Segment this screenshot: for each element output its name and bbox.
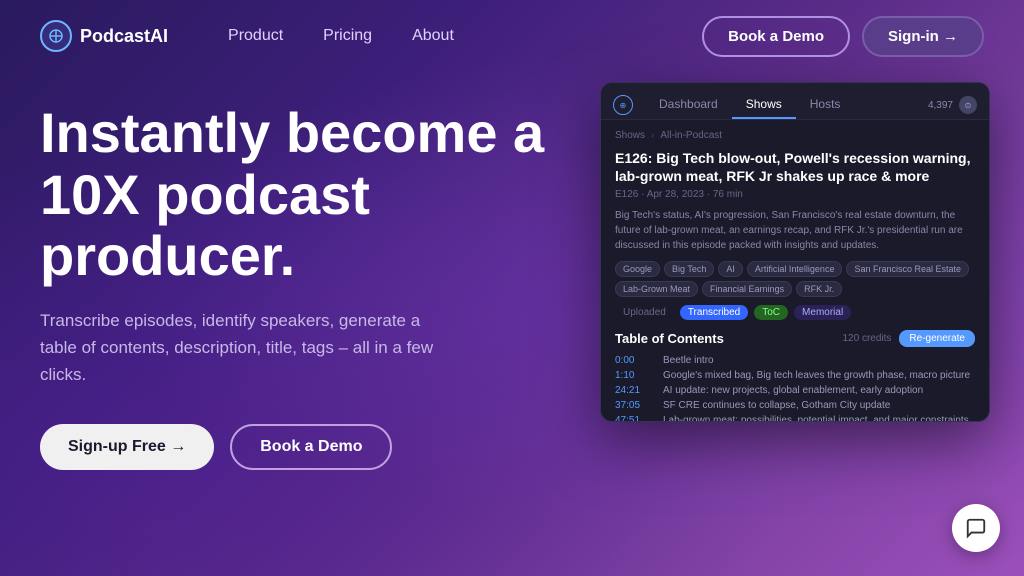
toc-time-2: 24:21 bbox=[615, 385, 655, 396]
tag-artificial-intelligence[interactable]: Artificial Intelligence bbox=[747, 261, 843, 277]
toc-time-3: 37:05 bbox=[615, 400, 655, 411]
tag-lab-grown-meat[interactable]: Lab-Grown Meat bbox=[615, 281, 698, 297]
tab-dashboard[interactable]: Dashboard bbox=[645, 91, 732, 119]
tab-hosts[interactable]: Hosts bbox=[796, 91, 855, 119]
status-tabs: Uploaded Transcribed ToC Memorial bbox=[615, 305, 975, 320]
tag-financial-earnings[interactable]: Financial Earnings bbox=[702, 281, 792, 297]
status-toc[interactable]: ToC bbox=[754, 305, 788, 320]
app-tab-bar: ⊕ Dashboard Shows Hosts 4,397 ⊙ bbox=[601, 83, 989, 120]
app-body: Shows › All-in-Podcast E126: Big Tech bl… bbox=[601, 120, 989, 422]
toc-item: 24:21 AI update: new projects, global en… bbox=[615, 385, 975, 396]
app-tabs: Dashboard Shows Hosts bbox=[645, 91, 928, 119]
tag-ai[interactable]: AI bbox=[718, 261, 743, 277]
status-transcribed[interactable]: Transcribed bbox=[680, 305, 748, 320]
toc-text-3: SF CRE continues to collapse, Gotham Cit… bbox=[663, 400, 890, 411]
toc-text-0: Beetle intro bbox=[663, 355, 714, 366]
hero-subtitle: Transcribe episodes, identify speakers, … bbox=[40, 307, 460, 389]
tag-rfk[interactable]: RFK Jr. bbox=[796, 281, 842, 297]
toc-item: 47:51 Lab-grown meat: possibilities, pot… bbox=[615, 415, 975, 422]
episode-description: Big Tech's status, AI's progression, San… bbox=[615, 208, 975, 253]
episode-title: E126: Big Tech blow-out, Powell's recess… bbox=[615, 149, 975, 185]
chat-bubble[interactable] bbox=[952, 504, 1000, 552]
status-memorial[interactable]: Memorial bbox=[794, 305, 851, 320]
tag-sf-real-estate[interactable]: San Francisco Real Estate bbox=[846, 261, 969, 277]
brand-name: PodcastAI bbox=[80, 26, 168, 47]
toc-credits: 120 credits bbox=[842, 333, 891, 344]
toc-label: Table of Contents bbox=[615, 331, 724, 346]
toc-time-1: 1:10 bbox=[615, 370, 655, 381]
credits-icon: ⊙ bbox=[959, 96, 977, 114]
breadcrumb-sep: › bbox=[651, 130, 654, 141]
logo-icon bbox=[40, 20, 72, 52]
tag-google[interactable]: Google bbox=[615, 261, 660, 277]
toc-item: 0:00 Beetle intro bbox=[615, 355, 975, 366]
tags-row: Google Big Tech AI Artificial Intelligen… bbox=[615, 261, 975, 297]
app-logo-small: ⊕ bbox=[613, 95, 633, 115]
navigation: PodcastAI Product Pricing About Book a D… bbox=[0, 0, 1024, 72]
cta-buttons: Sign-up Free → Book a Demo bbox=[40, 424, 560, 470]
toc-section-header: Table of Contents 120 credits Re-generat… bbox=[615, 330, 975, 347]
breadcrumb: Shows › All-in-Podcast bbox=[615, 130, 975, 141]
signup-button[interactable]: Sign-up Free → bbox=[40, 424, 214, 470]
toc-text-1: Google's mixed bag, Big tech leaves the … bbox=[663, 370, 970, 381]
hero-title: Instantly become a 10X podcast producer. bbox=[40, 102, 560, 287]
nav-signin-button[interactable]: Sign-in → bbox=[862, 16, 984, 57]
breadcrumb-podcast[interactable]: All-in-Podcast bbox=[660, 130, 722, 141]
toc-items: 0:00 Beetle intro 1:10 Google's mixed ba… bbox=[615, 355, 975, 422]
toc-item: 1:10 Google's mixed bag, Big tech leaves… bbox=[615, 370, 975, 381]
nav-links: Product Pricing About bbox=[228, 27, 702, 45]
nav-book-demo-button[interactable]: Book a Demo bbox=[702, 16, 850, 57]
app-preview-section: ⊕ Dashboard Shows Hosts 4,397 ⊙ Shows › … bbox=[600, 82, 990, 422]
breadcrumb-shows[interactable]: Shows bbox=[615, 130, 645, 141]
toc-item: 37:05 SF CRE continues to collapse, Goth… bbox=[615, 400, 975, 411]
nav-about[interactable]: About bbox=[412, 27, 454, 45]
toc-time-4: 47:51 bbox=[615, 415, 655, 422]
toc-text-4: Lab-grown meat: possibilities, potential… bbox=[663, 415, 969, 422]
episode-meta: E126 · Apr 28, 2023 · 76 min bbox=[615, 189, 975, 200]
nav-product[interactable]: Product bbox=[228, 27, 283, 45]
toc-time-0: 0:00 bbox=[615, 355, 655, 366]
nav-right: Book a Demo Sign-in → bbox=[702, 16, 984, 57]
app-screenshot: ⊕ Dashboard Shows Hosts 4,397 ⊙ Shows › … bbox=[600, 82, 990, 422]
logo[interactable]: PodcastAI bbox=[40, 20, 168, 52]
main-content: Instantly become a 10X podcast producer.… bbox=[0, 72, 1024, 470]
tag-bigtech[interactable]: Big Tech bbox=[664, 261, 714, 277]
toc-text-2: AI update: new projects, global enableme… bbox=[663, 385, 923, 396]
hero-book-demo-button[interactable]: Book a Demo bbox=[230, 424, 392, 470]
toc-header-right: 120 credits Re-generate bbox=[842, 330, 975, 347]
credits-badge: 4,397 ⊙ bbox=[928, 96, 977, 114]
tab-shows[interactable]: Shows bbox=[732, 91, 796, 119]
regen-button[interactable]: Re-generate bbox=[899, 330, 975, 347]
hero-section: Instantly become a 10X podcast producer.… bbox=[40, 92, 560, 470]
nav-pricing[interactable]: Pricing bbox=[323, 27, 372, 45]
credits-value: 4,397 bbox=[928, 100, 953, 111]
status-uploaded[interactable]: Uploaded bbox=[615, 305, 674, 320]
